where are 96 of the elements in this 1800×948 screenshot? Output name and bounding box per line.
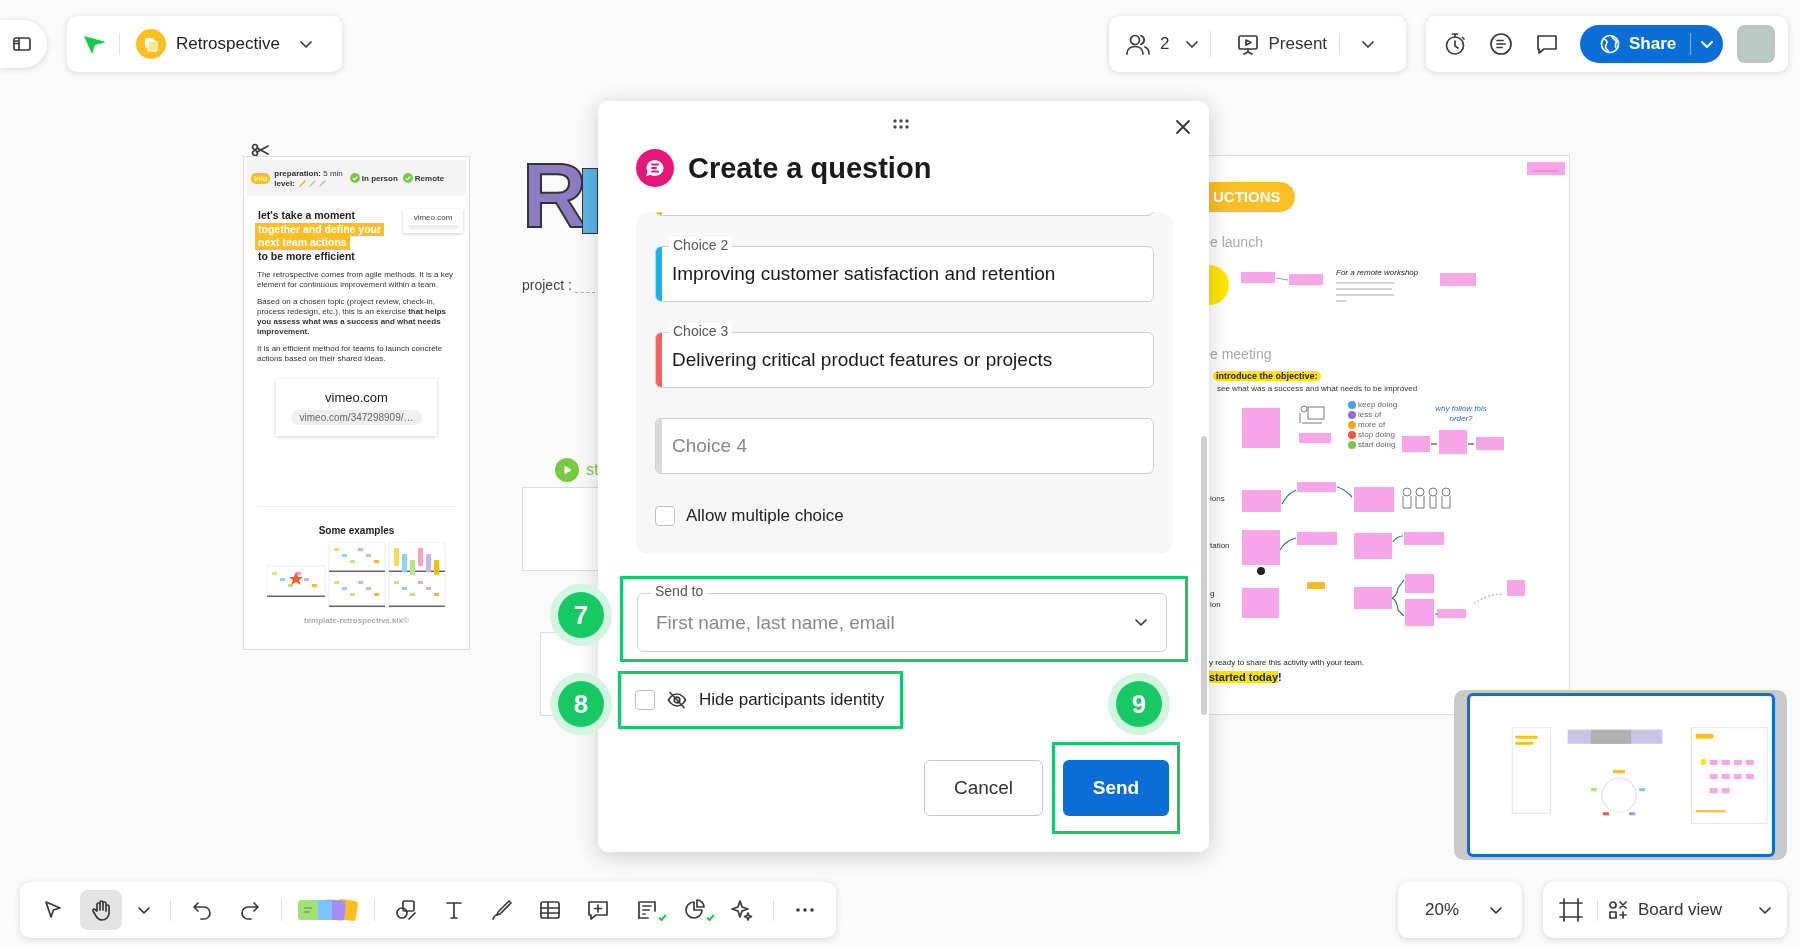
checkbox-label: Hide participants identity: [699, 690, 885, 710]
heading-line: let's take a moment: [257, 209, 357, 223]
level-rating-icon: [297, 179, 328, 187]
list-circle-icon: [1489, 32, 1513, 56]
chevron-down-icon[interactable]: [299, 40, 312, 48]
step-label: ions: [1210, 494, 1225, 503]
field-value: Delivering critical product features or projects: [672, 349, 1053, 371]
instructions-banner: UCTIONS: [1209, 182, 1295, 212]
chevron-down-icon[interactable]: [1490, 906, 1502, 914]
field-label: Choice 2: [669, 237, 733, 253]
call-to-action: started today!: [1209, 671, 1282, 683]
eye-off-icon: [667, 691, 687, 709]
question-icon: [636, 149, 674, 187]
field-label: project :: [522, 277, 572, 293]
view-grid-icon: [1608, 900, 1628, 920]
legend-label: start doing: [1358, 440, 1396, 449]
hand-tool-button[interactable]: [80, 890, 122, 930]
frame-icon: [1558, 897, 1584, 923]
link-domain: vimeo.com: [413, 213, 453, 222]
presentation-icon: [1237, 33, 1260, 55]
chevron-down-icon: [1701, 40, 1714, 48]
objective-heading: introduce the objective:: [1213, 371, 1321, 381]
pen-icon: [490, 898, 514, 922]
description-paragraph: Based on a chosen topic (project review, check-in, process redesign, etc.), this is an exercise that helps you assess what was a success and what needs improvement.: [257, 297, 447, 337]
shapes-icon: [394, 898, 418, 922]
sparkle-icon: [730, 898, 754, 922]
handwritten-note: why follow this order?: [1434, 404, 1488, 424]
people-icon: [1125, 33, 1151, 55]
link-url: vimeo.com/347298909/…: [290, 410, 423, 425]
globe-icon: [1600, 34, 1620, 54]
check-circle-icon: [349, 173, 360, 183]
description-paragraph: The retrospective comes from agile methods. It is a key element for continuous improvement within a team.: [257, 270, 455, 290]
collaborators-button[interactable]: 2: [1125, 24, 1199, 64]
field-label: Send to: [651, 583, 708, 599]
table-icon: [538, 898, 562, 922]
info-badge: Info: [251, 172, 271, 184]
hand-icon: [89, 898, 113, 922]
heading-line: to be more efficient: [257, 249, 356, 263]
chevron-down-icon[interactable]: [1186, 40, 1199, 48]
checkbox[interactable]: [655, 506, 675, 526]
check-circle-icon: [402, 173, 413, 183]
chevron-down-icon: [138, 906, 150, 914]
chevron-down-icon[interactable]: [1759, 906, 1771, 914]
sidebar-toggle-button[interactable]: [0, 20, 47, 68]
more-icon: [796, 908, 814, 912]
note-lines-icon: [1336, 281, 1396, 303]
legend-label: stop doing: [1358, 430, 1395, 439]
step-label: g: [1210, 589, 1215, 598]
field-value: Improving customer satisfaction and retention: [672, 263, 1056, 285]
section-label: st: [586, 461, 599, 479]
pie-chart-icon: [683, 898, 707, 922]
choice-field[interactable]: Choice 4: [655, 418, 1154, 474]
drag-handle-icon[interactable]: [893, 119, 909, 129]
sticky-note-icon: [1527, 162, 1565, 175]
scissors-icon: [251, 143, 269, 157]
comment-plus-icon: [586, 898, 610, 922]
section-heading: e launch: [1210, 234, 1263, 250]
description-paragraph: It is an efficient method for teams to launch concrete actions based on their shared ideas.: [257, 344, 444, 364]
chevron-down-icon[interactable]: [1135, 619, 1147, 626]
link-domain: vimeo.com: [325, 390, 388, 405]
start-badge-icon: [1209, 265, 1229, 305]
legend-label: less of: [1358, 410, 1382, 419]
board-logo: R: [522, 150, 587, 242]
field-label: Choice 3: [669, 323, 733, 339]
legend-label: keep doing: [1358, 400, 1398, 409]
section-title: Some examples: [317, 525, 396, 536]
note-list-icon: [635, 898, 659, 922]
level-label: level:: [274, 178, 295, 188]
close-icon: [1175, 119, 1191, 135]
preparation-text: preparation: 5 min: [274, 168, 343, 178]
closing-text: y ready to share this activity with your team.: [1209, 658, 1365, 667]
sticky-notes-icon: [295, 897, 361, 923]
note-text: see what was a success and what needs to be improved: [1217, 384, 1418, 393]
timer-icon: [1443, 32, 1467, 56]
present-button[interactable]: Present: [1237, 24, 1328, 64]
legend-label: more of: [1358, 420, 1386, 429]
check-icon: [706, 914, 715, 921]
play-circle-icon: [555, 458, 579, 482]
checkbox[interactable]: [635, 690, 655, 710]
check-icon: [658, 914, 667, 921]
comment-icon: [1535, 32, 1559, 56]
mode-label: In person: [361, 173, 398, 183]
section-heading: e meeting: [1210, 346, 1272, 362]
note-text: For a remote workshop: [1336, 268, 1419, 277]
checkbox-label: Allow multiple choice: [686, 506, 844, 526]
step-label: ion: [1210, 600, 1221, 609]
dialog-title: Create a question: [688, 151, 932, 185]
sidebar-icon: [12, 37, 31, 51]
cancel-button[interactable]: Cancel: [924, 760, 1043, 816]
sticky-note-icon: [1440, 273, 1476, 286]
board-icon: [136, 29, 166, 59]
send-button[interactable]: Send: [1063, 760, 1169, 816]
chevron-down-icon[interactable]: [1362, 40, 1375, 48]
step-label: tation: [1210, 541, 1230, 550]
file-name: template-retrospective.klx©: [302, 616, 410, 625]
mode-label: Remote: [414, 173, 445, 183]
